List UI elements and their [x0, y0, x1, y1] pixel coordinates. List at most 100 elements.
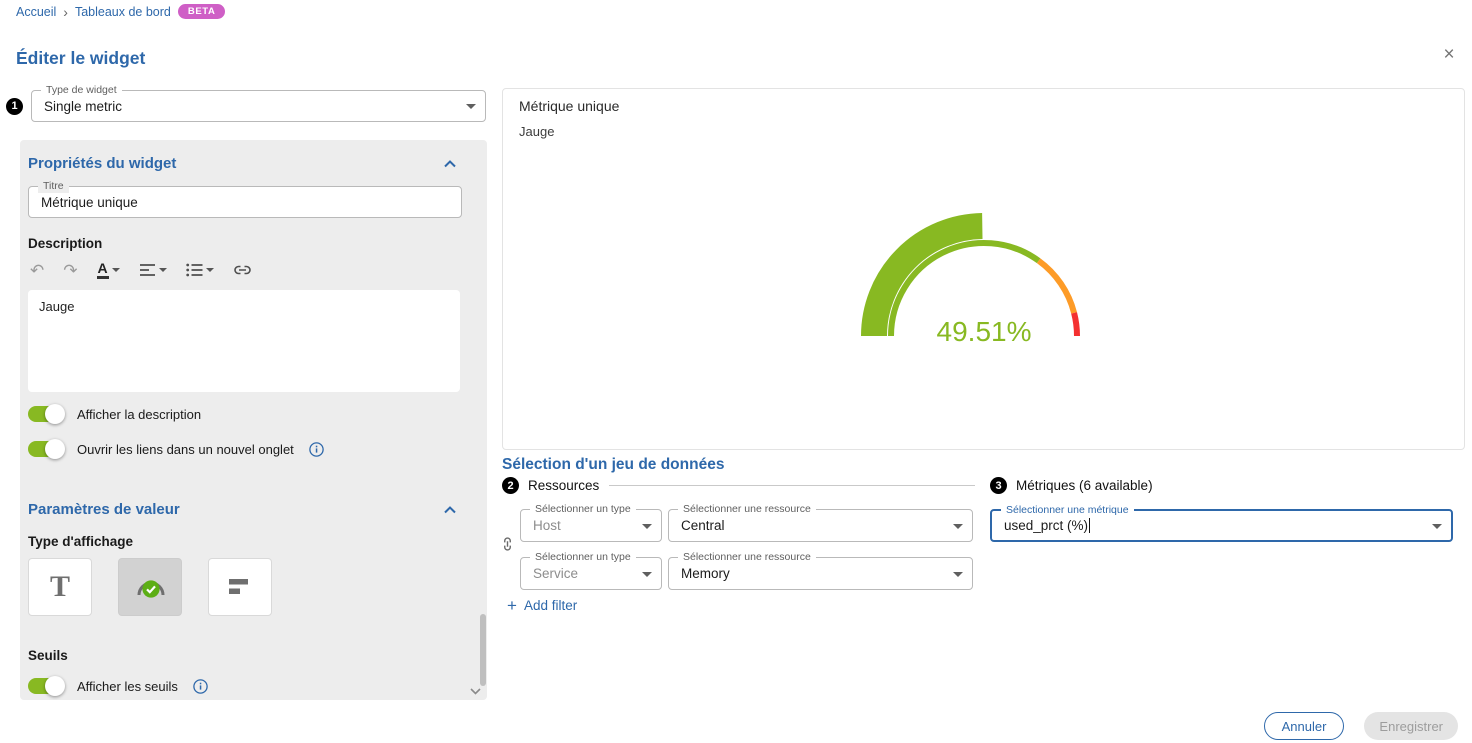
resource-select-1[interactable]: Sélectionner une ressource Central	[668, 509, 973, 542]
show-thresholds-row: Afficher les seuils	[28, 678, 208, 694]
align-button[interactable]	[137, 260, 169, 280]
chevron-up-icon	[444, 506, 456, 514]
resource-type-select-1-label: Sélectionner un type	[530, 503, 636, 516]
open-links-info-icon[interactable]	[309, 442, 324, 457]
undo-icon[interactable]: ↶	[28, 260, 46, 281]
value-settings-heading: Paramètres de valeur	[28, 501, 180, 518]
chevron-down-icon	[466, 104, 476, 109]
add-filter-button[interactable]: + Add filter	[507, 597, 577, 614]
preview-description: Jauge	[519, 124, 554, 139]
resource-type-select-2-value: Service	[533, 566, 578, 581]
widget-editor-page: Accueil › Tableaux de bord BETA Éditer l…	[0, 0, 1472, 743]
text-color-button[interactable]: A	[95, 259, 122, 281]
metrics-label: Métriques (6 available)	[1016, 478, 1153, 493]
open-links-label: Ouvrir les liens dans un nouvel onglet	[77, 442, 294, 457]
breadcrumb: Accueil › Tableaux de bord BETA	[16, 4, 225, 19]
chevron-down-icon	[642, 524, 652, 529]
chevron-down-icon	[642, 572, 652, 577]
thresholds-label: Seuils	[28, 648, 68, 663]
resource-select-2[interactable]: Sélectionner une ressource Memory	[668, 557, 973, 590]
chevron-up-icon	[444, 160, 456, 168]
display-type-options: T	[28, 558, 272, 616]
redo-icon[interactable]: ↷	[61, 260, 79, 281]
chevron-down-icon	[112, 268, 120, 272]
resource-select-2-value: Memory	[681, 566, 730, 581]
display-type-label: Type d'affichage	[28, 534, 133, 549]
thresholds-info-icon[interactable]	[193, 679, 208, 694]
step-2-badge: 2	[502, 477, 519, 494]
list-button[interactable]	[184, 260, 216, 280]
link-icon[interactable]	[231, 261, 254, 279]
metrics-header: 3 Métriques (6 available)	[990, 477, 1153, 494]
description-label: Description	[28, 236, 102, 251]
resource-row: Sélectionner un type Host Sélectionner u…	[520, 509, 973, 542]
resource-select-2-label: Sélectionner une ressource	[678, 551, 816, 564]
panel-scrollbar[interactable]	[480, 614, 486, 686]
resource-type-select-1[interactable]: Sélectionner un type Host	[520, 509, 662, 542]
rich-text-toolbar: ↶ ↷ A	[28, 256, 254, 284]
chevron-down-icon	[1432, 524, 1442, 529]
modal-footer: Annuler Enregistrer	[1264, 712, 1458, 740]
show-description-row: Afficher la description	[28, 406, 201, 422]
plus-icon: +	[507, 597, 517, 614]
resources-header: 2 Ressources	[502, 477, 975, 494]
value-settings-section-header: Paramètres de valeur	[28, 498, 460, 521]
collapse-properties-button[interactable]	[440, 152, 460, 175]
widget-type-select[interactable]: Type de widget Single metric	[31, 90, 486, 122]
display-type-text-button[interactable]: T	[28, 558, 92, 616]
properties-heading: Propriétés du widget	[28, 155, 176, 172]
breadcrumb-home-link[interactable]: Accueil	[16, 5, 56, 19]
show-description-toggle[interactable]	[28, 406, 64, 422]
resource-row: Sélectionner un type Service Sélectionne…	[520, 557, 973, 590]
preview-title: Métrique unique	[519, 98, 619, 114]
breadcrumb-separator-icon: ›	[63, 5, 68, 19]
align-left-icon	[139, 262, 156, 278]
show-thresholds-label: Afficher les seuils	[77, 679, 178, 694]
open-links-toggle[interactable]	[28, 441, 64, 457]
step-1-badge: 1	[6, 98, 23, 115]
collapse-value-settings-button[interactable]	[440, 498, 460, 521]
widget-type-select-value: Single metric	[44, 99, 122, 114]
display-type-gauge-button[interactable]	[118, 558, 182, 616]
widget-type-row: 1 Type de widget Single metric	[6, 90, 486, 122]
step-3-badge: 3	[990, 477, 1007, 494]
dataset-heading: Sélection d'un jeu de données	[502, 456, 724, 474]
show-description-label: Afficher la description	[77, 407, 201, 422]
chevron-down-icon	[159, 268, 167, 272]
close-icon[interactable]: ×	[1436, 42, 1462, 68]
text-display-icon: T	[50, 572, 70, 602]
text-cursor	[1089, 518, 1090, 533]
cancel-button[interactable]: Annuler	[1264, 712, 1345, 740]
page-title: Éditer le widget	[16, 48, 145, 69]
resource-type-select-1-value: Host	[533, 518, 561, 533]
link-resources-icon	[502, 537, 514, 552]
gauge-display-icon	[131, 571, 169, 603]
widget-preview: Métrique unique Jauge 49.51%	[502, 88, 1465, 450]
title-field[interactable]: Titre Métrique unique	[28, 186, 462, 218]
resources-label: Ressources	[528, 478, 599, 493]
chevron-down-icon	[953, 572, 963, 577]
gauge-chart: 49.51%	[834, 184, 1134, 357]
show-thresholds-toggle[interactable]	[28, 678, 64, 694]
resource-type-select-2[interactable]: Sélectionner un type Service	[520, 557, 662, 590]
display-type-bar-button[interactable]	[208, 558, 272, 616]
bullet-list-icon	[186, 262, 203, 278]
scroll-down-icon[interactable]	[470, 683, 481, 698]
chevron-down-icon	[953, 524, 963, 529]
properties-section-header: Propriétés du widget	[28, 152, 460, 175]
bar-display-icon	[225, 574, 255, 600]
text-color-icon: A	[97, 261, 109, 279]
resource-type-select-2-label: Sélectionner un type	[530, 551, 636, 564]
resources-divider	[609, 485, 975, 486]
save-button[interactable]: Enregistrer	[1364, 712, 1458, 740]
title-field-value: Métrique unique	[41, 195, 138, 210]
description-editor[interactable]: Jauge	[28, 290, 460, 392]
breadcrumb-dashboards-link[interactable]: Tableaux de bord	[75, 5, 171, 19]
open-links-row: Ouvrir les liens dans un nouvel onglet	[28, 441, 324, 457]
title-field-label: Titre	[38, 180, 69, 193]
beta-badge: BETA	[178, 4, 226, 19]
metric-select-value: used_prct (%)	[1004, 518, 1088, 533]
metric-select[interactable]: Sélectionner une métrique used_prct (%)	[990, 509, 1453, 542]
chevron-down-icon	[206, 268, 214, 272]
resource-select-1-label: Sélectionner une ressource	[678, 503, 816, 516]
